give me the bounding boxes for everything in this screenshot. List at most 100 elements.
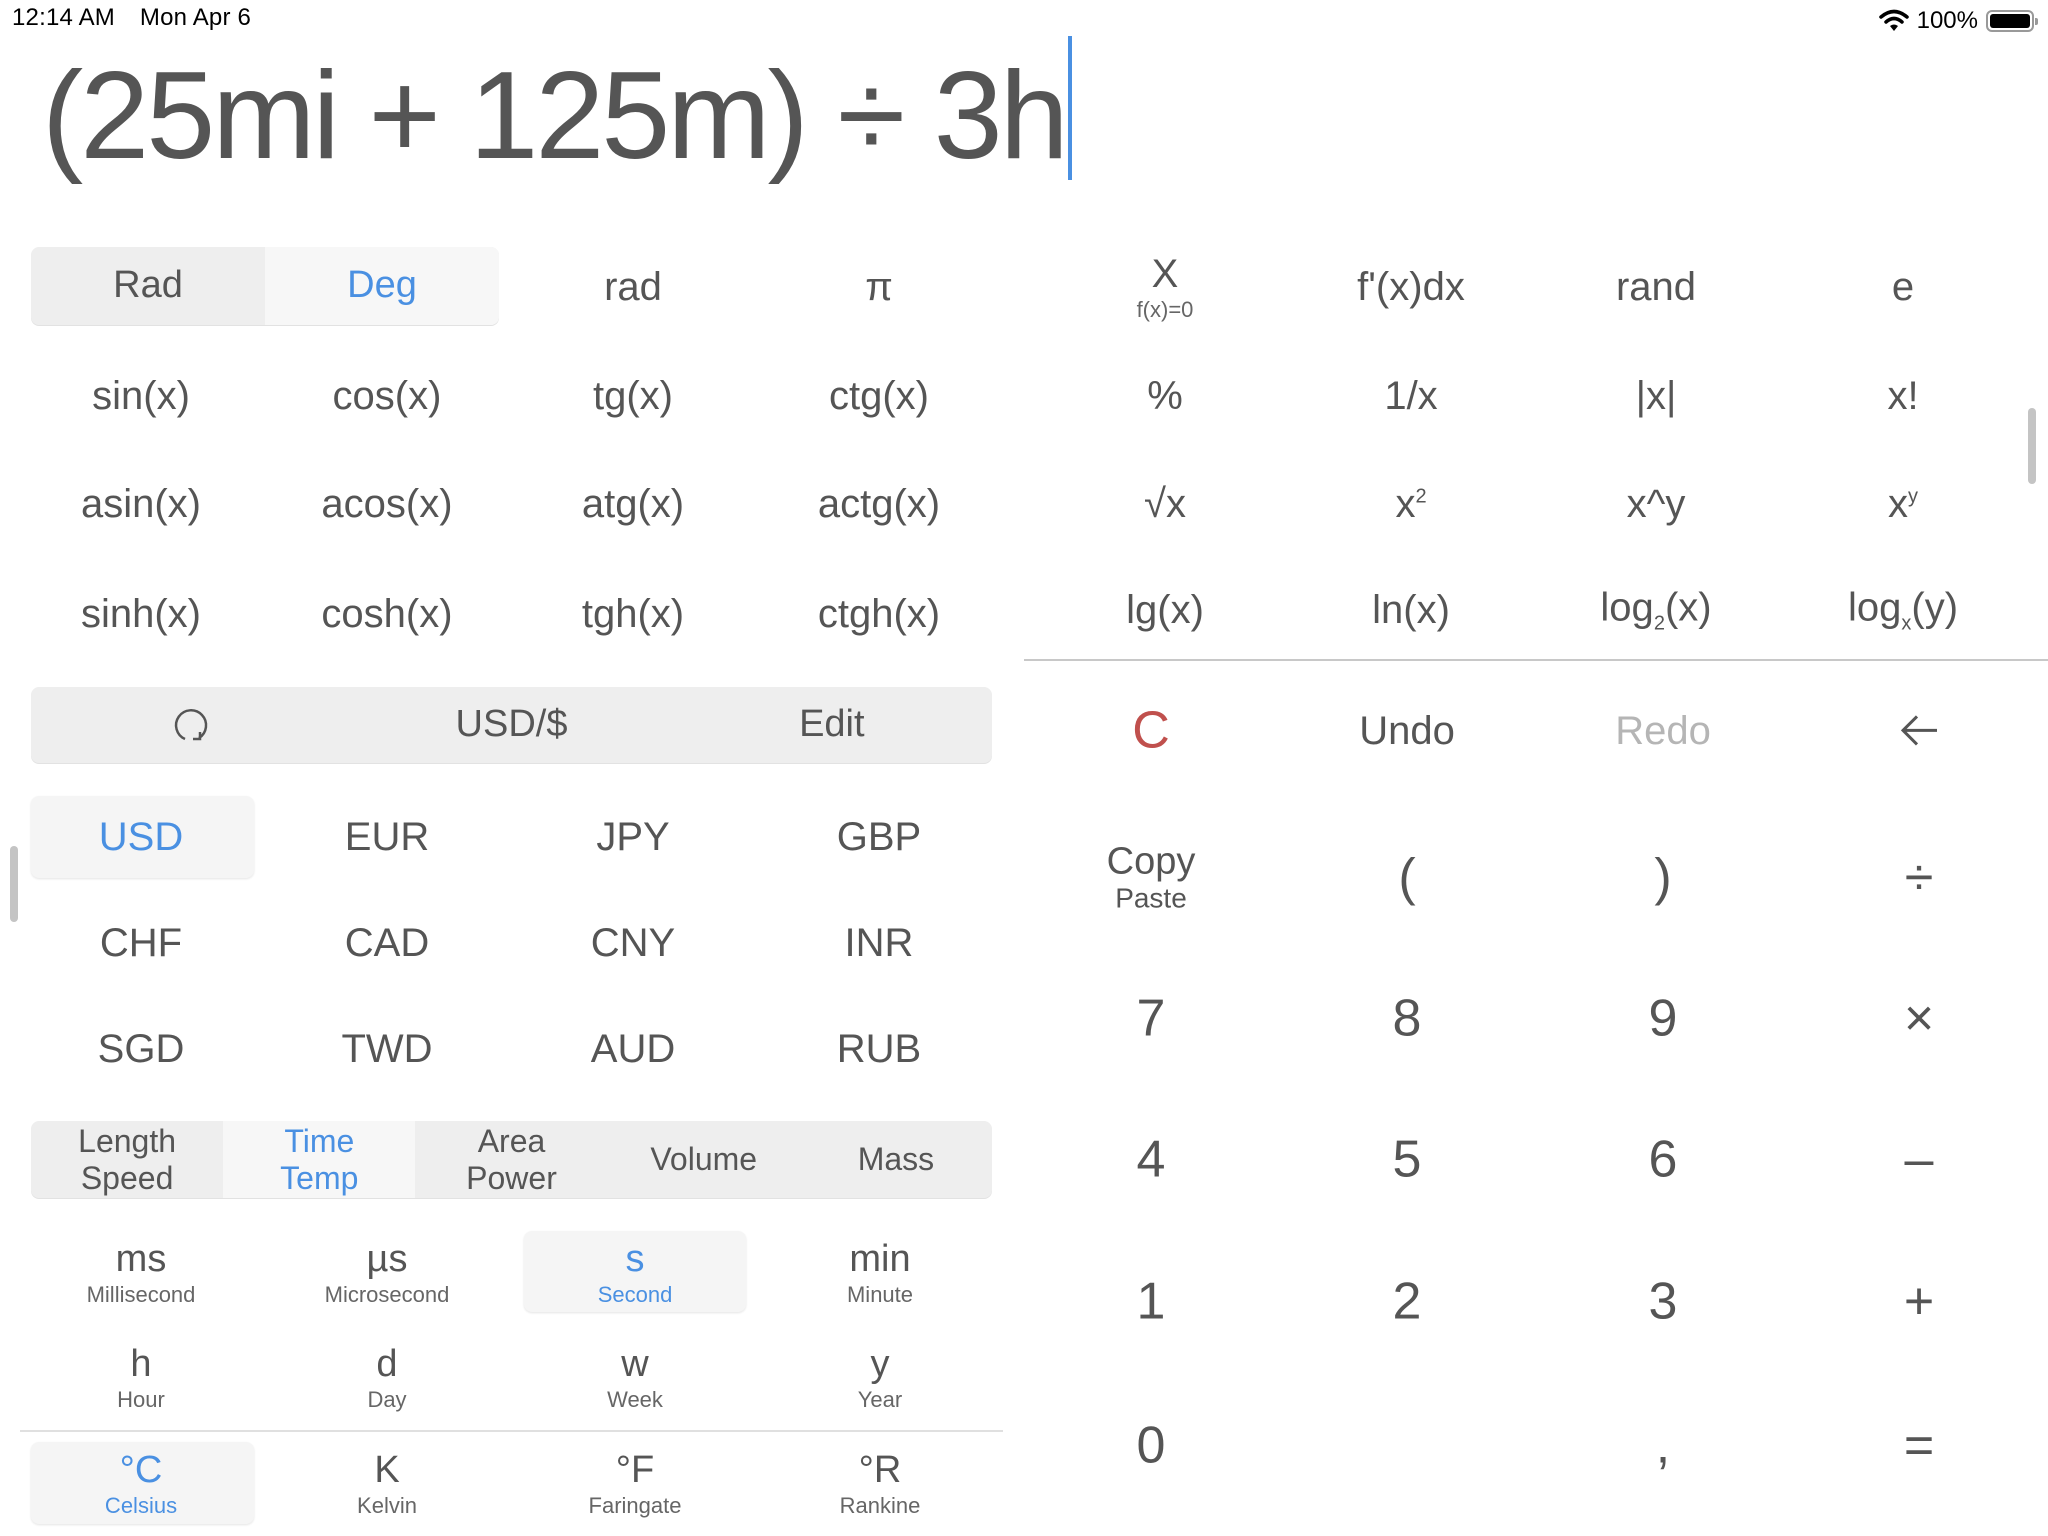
- currency-sgd[interactable]: SGD: [98, 1027, 185, 1071]
- currency-usd[interactable]: USD: [99, 815, 183, 859]
- expression-display[interactable]: (25mi + 125m) ÷ 3h: [42, 36, 1072, 196]
- refresh-rates-button[interactable]: [31, 687, 351, 763]
- digit-0-button[interactable]: 0: [1137, 1417, 1166, 1474]
- unit-microsecond[interactable]: µs Microsecond: [325, 1238, 450, 1307]
- undo-button[interactable]: Undo: [1359, 709, 1455, 753]
- unit-celsius[interactable]: °C Celsius: [105, 1449, 177, 1518]
- unit-symbol: ms: [115, 1238, 167, 1281]
- unit-name: Day: [367, 1386, 407, 1412]
- solve-sublabel: f(x)=0: [1136, 296, 1194, 322]
- unit-year[interactable]: y Year: [858, 1343, 902, 1412]
- unit-day[interactable]: d Day: [367, 1343, 407, 1412]
- right-scrollbar[interactable]: [2028, 408, 2036, 484]
- base-currency-button[interactable]: USD/$: [351, 687, 671, 763]
- digit-8-button[interactable]: 8: [1393, 990, 1422, 1047]
- tab-area-power[interactable]: Area Power: [415, 1121, 607, 1198]
- cosh-button[interactable]: cosh(x): [321, 592, 452, 636]
- unit-rankine[interactable]: °R Rankine: [840, 1449, 921, 1518]
- tab-length-speed[interactable]: Length Speed: [31, 1121, 223, 1198]
- unit-symbol: s: [625, 1238, 645, 1281]
- log2-button[interactable]: log2(x): [1600, 586, 1711, 635]
- divide-button[interactable]: ÷: [1905, 849, 1934, 906]
- unit-symbol: min: [849, 1238, 911, 1281]
- open-paren-button[interactable]: (: [1398, 849, 1415, 906]
- tgh-button[interactable]: tgh(x): [582, 592, 684, 636]
- currency-inr[interactable]: INR: [845, 921, 914, 965]
- cos-button[interactable]: cos(x): [333, 374, 442, 418]
- power-caret-button[interactable]: x^y: [1627, 482, 1686, 526]
- left-scrollbar[interactable]: [10, 846, 18, 922]
- wifi-icon: [1878, 9, 1909, 31]
- close-paren-button[interactable]: ): [1654, 849, 1671, 906]
- ctgh-button[interactable]: ctgh(x): [818, 592, 940, 636]
- unit-name: Minute: [846, 1281, 914, 1307]
- pi-button[interactable]: π: [865, 265, 893, 309]
- equals-button[interactable]: =: [1904, 1417, 1934, 1474]
- currency-cny[interactable]: CNY: [591, 921, 675, 965]
- digit-3-button[interactable]: 3: [1649, 1273, 1678, 1330]
- reciprocal-button[interactable]: 1/x: [1384, 374, 1437, 418]
- backspace-button[interactable]: [1899, 702, 1939, 759]
- sinh-button[interactable]: sinh(x): [81, 592, 201, 636]
- sqrt-button[interactable]: √x: [1144, 482, 1186, 526]
- currency-eur[interactable]: EUR: [345, 815, 429, 859]
- factorial-button[interactable]: x!: [1887, 374, 1918, 418]
- atg-button[interactable]: atg(x): [582, 482, 684, 526]
- currency-jpy[interactable]: JPY: [596, 815, 669, 859]
- tab-mass[interactable]: Mass: [800, 1121, 992, 1198]
- currency-twd[interactable]: TWD: [341, 1027, 432, 1071]
- plus-button[interactable]: +: [1904, 1273, 1934, 1330]
- actg-button[interactable]: actg(x): [818, 482, 940, 526]
- unit-minute[interactable]: min Minute: [846, 1238, 914, 1307]
- digit-9-button[interactable]: 9: [1649, 990, 1678, 1047]
- unit-second[interactable]: s Second: [598, 1238, 673, 1307]
- tab-time-temp[interactable]: Time Temp: [223, 1121, 416, 1198]
- sin-button[interactable]: sin(x): [92, 374, 190, 418]
- digit-7-button[interactable]: 7: [1137, 990, 1166, 1047]
- digit-2-button[interactable]: 2: [1393, 1273, 1422, 1330]
- redo-button[interactable]: Redo: [1615, 709, 1711, 753]
- rand-button[interactable]: rand: [1616, 265, 1696, 309]
- acos-button[interactable]: acos(x): [321, 482, 452, 526]
- currency-chf[interactable]: CHF: [100, 921, 182, 965]
- clear-button[interactable]: C: [1132, 702, 1170, 759]
- digit-5-button[interactable]: 5: [1393, 1131, 1422, 1188]
- unit-kelvin[interactable]: K Kelvin: [357, 1449, 417, 1518]
- rad-button[interactable]: rad: [604, 265, 662, 309]
- percent-button[interactable]: %: [1147, 374, 1183, 418]
- power-button[interactable]: xy: [1888, 482, 1918, 526]
- angle-mode-rad[interactable]: Rad: [31, 247, 265, 325]
- abs-button[interactable]: |x|: [1636, 374, 1677, 418]
- decimal-button[interactable]: ,: [1656, 1417, 1670, 1474]
- lg-button[interactable]: lg(x): [1126, 588, 1204, 632]
- e-button[interactable]: e: [1892, 265, 1914, 309]
- expression-text: (25mi + 125m) ÷ 3h: [42, 47, 1069, 185]
- currency-rub[interactable]: RUB: [837, 1027, 921, 1071]
- angle-mode-toggle[interactable]: Rad Deg: [31, 247, 499, 325]
- asin-button[interactable]: asin(x): [81, 482, 201, 526]
- solve-button[interactable]: Xf(x)=0: [1137, 252, 1194, 322]
- square-button[interactable]: x2: [1395, 482, 1426, 526]
- ln-button[interactable]: ln(x): [1372, 588, 1450, 632]
- copy-paste-button[interactable]: Copy Paste: [1107, 841, 1196, 915]
- digit-6-button[interactable]: 6: [1649, 1131, 1678, 1188]
- digit-1-button[interactable]: 1: [1137, 1273, 1166, 1330]
- currency-aud[interactable]: AUD: [591, 1027, 675, 1071]
- unit-fahrenheit[interactable]: °F Faringate: [589, 1449, 682, 1518]
- multiply-button[interactable]: ×: [1904, 990, 1934, 1047]
- unit-millisecond[interactable]: ms Millisecond: [87, 1238, 196, 1307]
- angle-mode-deg[interactable]: Deg: [265, 247, 499, 325]
- unit-name: Hour: [117, 1386, 165, 1412]
- currency-gbp[interactable]: GBP: [837, 815, 921, 859]
- currency-cad[interactable]: CAD: [345, 921, 429, 965]
- minus-button[interactable]: –: [1905, 1131, 1934, 1188]
- integral-button[interactable]: f'(x)dx: [1357, 265, 1465, 309]
- unit-week[interactable]: w Week: [607, 1343, 663, 1412]
- edit-currencies-button[interactable]: Edit: [672, 687, 992, 763]
- tab-volume[interactable]: Volume: [608, 1121, 800, 1198]
- logx-button[interactable]: logx(y): [1848, 586, 1958, 635]
- unit-hour[interactable]: h Hour: [117, 1343, 165, 1412]
- tg-button[interactable]: tg(x): [593, 374, 673, 418]
- digit-4-button[interactable]: 4: [1137, 1131, 1166, 1188]
- ctg-button[interactable]: ctg(x): [829, 374, 929, 418]
